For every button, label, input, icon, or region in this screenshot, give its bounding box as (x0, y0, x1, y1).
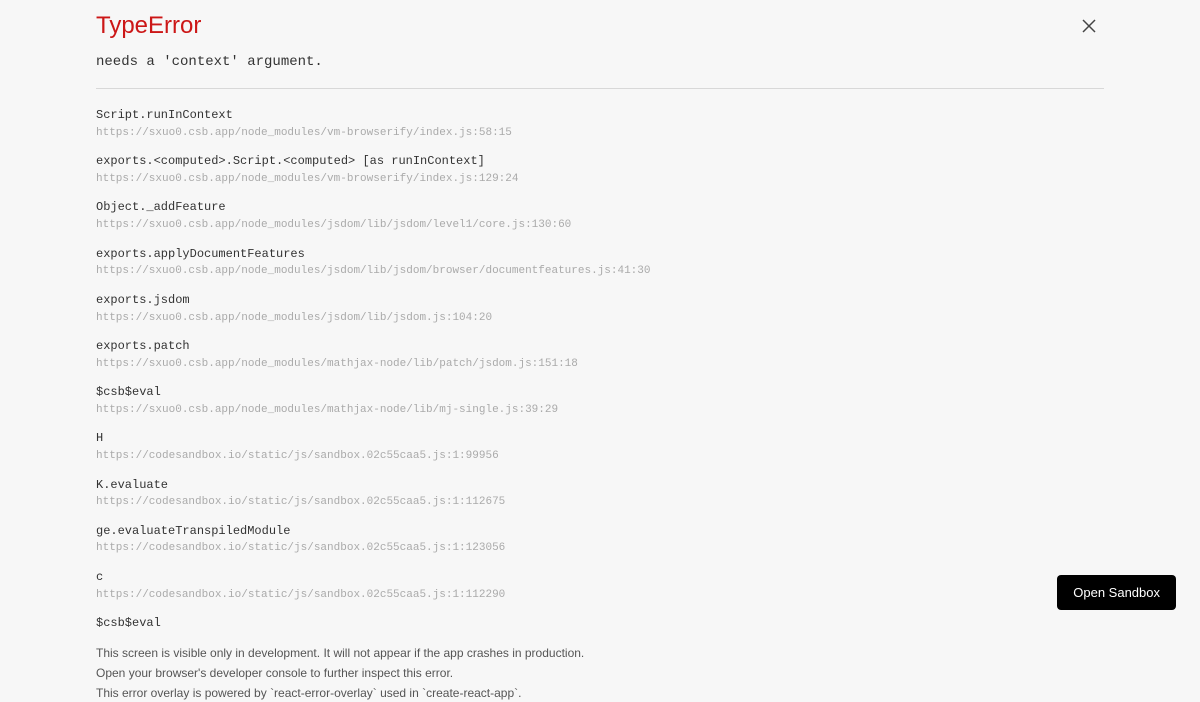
stack-frame[interactable]: exports.<computed>.Script.<computed> [as… (96, 153, 1104, 187)
frame-function: exports.patch (96, 338, 1104, 355)
frame-location: https://sxuo0.csb.app/node_modules/mathj… (96, 357, 1104, 372)
open-sandbox-button[interactable]: Open Sandbox (1057, 575, 1176, 610)
frame-function: $csb$eval (96, 384, 1104, 401)
footer-line: This error overlay is powered by `react-… (96, 684, 1104, 702)
frame-location: https://sxuo0.csb.app/node_modules/mathj… (96, 403, 1104, 418)
frame-location: https://sxuo0.csb.app/node_modules/jsdom… (96, 311, 1104, 326)
frame-function: $csb$eval (96, 615, 1104, 632)
stack-frame[interactable]: exports.patch https://sxuo0.csb.app/node_… (96, 338, 1104, 372)
frame-location: https://codesandbox.io/static/js/sandbox… (96, 541, 1104, 556)
footer-line: Open your browser's developer console to… (96, 664, 1104, 682)
close-icon[interactable] (1082, 18, 1096, 36)
frame-function: exports.applyDocumentFeatures (96, 246, 1104, 263)
frame-function: c (96, 569, 1104, 586)
stack-frame[interactable]: exports.jsdom https://sxuo0.csb.app/node_… (96, 292, 1104, 326)
frame-location: https://codesandbox.io/static/js/sandbox… (96, 495, 1104, 510)
error-message: needs a 'context' argument. (96, 54, 1104, 70)
frame-location: https://codesandbox.io/static/js/sandbox… (96, 588, 1104, 603)
footer: This screen is visible only in developme… (96, 644, 1104, 702)
stack-frame[interactable]: $csb$eval (96, 615, 1104, 632)
frame-location: https://codesandbox.io/static/js/sandbox… (96, 449, 1104, 464)
frame-function: Script.runInContext (96, 107, 1104, 124)
frame-location: https://sxuo0.csb.app/node_modules/jsdom… (96, 218, 1104, 233)
footer-line: This screen is visible only in developme… (96, 644, 1104, 662)
frame-function: ge.evaluateTranspiledModule (96, 523, 1104, 540)
stack-frame[interactable]: K.evaluatehttps://codesandbox.io/static/… (96, 477, 1104, 511)
stack-frame[interactable]: $csb$eval https://sxuo0.csb.app/node_modu… (96, 384, 1104, 418)
divider (96, 88, 1104, 89)
frame-function: H (96, 430, 1104, 447)
frame-function: K.evaluate (96, 477, 1104, 494)
stack-frame[interactable]: Hhttps://codesandbox.io/static/js/sandbo… (96, 430, 1104, 464)
frame-location: https://sxuo0.csb.app/node_modules/vm-br… (96, 126, 1104, 141)
frame-location: https://sxuo0.csb.app/node_modules/vm-br… (96, 172, 1104, 187)
stack-frame[interactable]: Script.runInContext https://sxuo0.csb.app… (96, 107, 1104, 141)
error-title: TypeError (96, 12, 1104, 40)
stack-trace: Script.runInContext https://sxuo0.csb.app… (96, 107, 1104, 632)
frame-function: Object._addFeature (96, 199, 1104, 216)
stack-frame[interactable]: exports.applyDocumentFeatureshttps://sxu… (96, 246, 1104, 280)
frame-function: exports.<computed>.Script.<computed> [as… (96, 153, 1104, 170)
frame-function: exports.jsdom (96, 292, 1104, 309)
stack-frame[interactable]: ge.evaluateTranspiledModulehttps://codes… (96, 523, 1104, 557)
stack-frame[interactable]: c https://codesandbox.io/static/js/sandbo… (96, 569, 1104, 603)
stack-frame[interactable]: Object._addFeature https://sxuo0.csb.app/… (96, 199, 1104, 233)
frame-location: https://sxuo0.csb.app/node_modules/jsdom… (96, 264, 1104, 279)
error-overlay: TypeError needs a 'context' argument. Sc… (0, 0, 1200, 702)
